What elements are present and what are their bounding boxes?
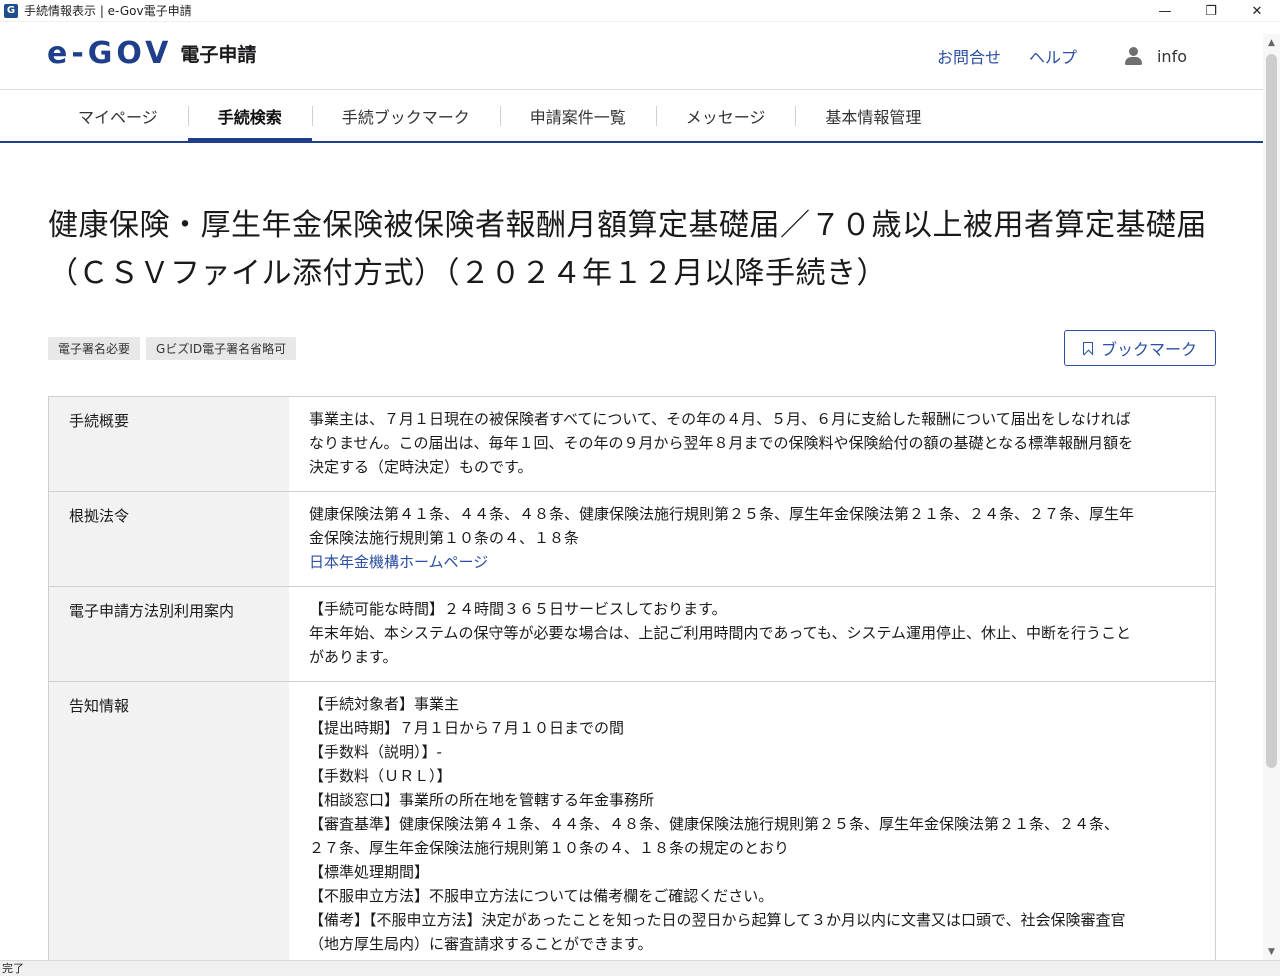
scroll-down-icon[interactable]: ▼	[1263, 943, 1280, 960]
text-line: 【手続対象者】事業主	[309, 695, 460, 713]
row-label: 告知情報	[49, 682, 289, 976]
site-header: e-GOV 電子申請 お問合せ ヘルプ info	[0, 22, 1263, 90]
tab-basic-info[interactable]: 基本情報管理	[795, 90, 951, 141]
text-line: 【手続可能な時間】２４時間３６５日サービスしております。	[309, 600, 727, 618]
restore-button[interactable]: ❐	[1188, 0, 1234, 22]
bookmark-label: ブックマーク	[1100, 340, 1197, 359]
text-line: 年末年始、本システムの保守等が必要な場合は、上記ご利用時間内であっても、システム…	[309, 624, 1132, 642]
text-line: 【相談窓口】事業所の所在地を管轄する年金事務所	[309, 791, 655, 809]
user-icon	[1123, 45, 1145, 67]
user-menu[interactable]: info	[1123, 45, 1187, 67]
tab-label: 手続ブックマーク	[341, 107, 470, 127]
logo-subtitle: 電子申請	[180, 44, 257, 66]
table-row: 根拠法令 健康保険法第４１条、４４条、４８条、健康保険法施行規則第２５条、厚生年…	[49, 492, 1215, 587]
badge-gbizid: GビズID電子署名省略可	[146, 337, 297, 360]
bookmark-button[interactable]: ブックマーク	[1064, 330, 1216, 366]
tab-messages[interactable]: メッセージ	[655, 90, 796, 141]
text-line: 【手数料（説明）】-	[309, 743, 442, 761]
text-line: 【提出時期】７月１日から７月１０日までの間	[309, 719, 625, 737]
close-button[interactable]: ✕	[1234, 0, 1280, 22]
text-line: 事業主は、７月１日現在の被保険者すべてについて、その年の４月、５月、６月に支給し…	[309, 410, 1131, 428]
main-nav: マイページ 手続検索 手続ブックマーク 申請案件一覧 メッセージ 基本情報管理	[0, 90, 1263, 143]
text-line: 【手数料（ＵＲＬ）】	[309, 767, 452, 785]
bookmark-icon	[1082, 341, 1093, 355]
logo-mark: e-GOV	[47, 36, 173, 71]
tab-procedure-search[interactable]: 手続検索	[187, 90, 312, 143]
procedure-info-table: 手続概要 事業主は、７月１日現在の被保険者すべてについて、その年の４月、５月、６…	[48, 396, 1216, 976]
row-label: 電子申請方法別利用案内	[49, 587, 289, 681]
row-value-overview: 事業主は、７月１日現在の被保険者すべてについて、その年の４月、５月、６月に支給し…	[289, 397, 1215, 491]
scrollbar-thumb[interactable]	[1266, 54, 1277, 768]
row-value-usage: 【手続可能な時間】２４時間３６５日サービスしております。 年末年始、本システムの…	[289, 587, 1215, 681]
minimize-button[interactable]: —	[1142, 0, 1188, 22]
tab-application-list[interactable]: 申請案件一覧	[499, 90, 656, 141]
badges: 電子署名必要 GビズID電子署名省略可	[48, 337, 302, 360]
egov-logo[interactable]: e-GOV 電子申請	[47, 36, 256, 71]
text-line: 金保険法施行規則第１０条の４、１８条	[309, 529, 580, 547]
window-controls: — ❐ ✕	[1142, 0, 1280, 22]
tab-label: 手続検索	[217, 107, 282, 127]
window-titlebar: G 手続情報表示 | e-Gov電子申請 — ❐ ✕	[0, 0, 1280, 22]
table-row: 手続概要 事業主は、７月１日現在の被保険者すべてについて、その年の４月、５月、６…	[49, 397, 1215, 492]
text-line: なりません。この届出は、毎年１回、その年の９月から翌年８月までの保険料や保険給付…	[309, 434, 1134, 452]
vertical-scrollbar[interactable]: ▲ ▼	[1263, 34, 1280, 960]
row-label: 手続概要	[49, 397, 289, 491]
text-line: 【備考】【不服申立方法】決定があったことを知った日の翌日から起算して３か月以内に…	[309, 911, 1126, 929]
table-row: 告知情報 【手続対象者】事業主 【提出時期】７月１日から７月１０日までの間 【手…	[49, 682, 1215, 976]
tab-label: メッセージ	[685, 107, 766, 127]
text-line: 【審査基準】健康保険法第４１条、４４条、４８条、健康保険法施行規則第２５条、厚生…	[309, 815, 1120, 833]
user-name: info	[1156, 46, 1187, 66]
tab-label: 申請案件一覧	[529, 107, 626, 127]
tab-label: 基本情報管理	[825, 107, 922, 127]
page-title: 健康保険・厚生年金保険被保険者報酬月額算定基礎届／７０歳以上被用者算定基礎届（Ｃ…	[48, 208, 1207, 291]
text-line: 【標準処理期間】	[309, 863, 430, 881]
scroll-up-icon[interactable]: ▲	[1263, 34, 1280, 51]
table-row: 電子申請方法別利用案内 【手続可能な時間】２４時間３６５日サービスしております。…	[49, 587, 1215, 682]
text-line: があります。	[309, 648, 398, 666]
app-icon: G	[4, 3, 18, 18]
status-bar: 完了	[0, 960, 1280, 976]
text-line: （地方厚生局内）に審査請求することができます。	[309, 935, 653, 953]
text-line: ２７条、厚生年金保険法施行規則第１０条の４、１８条の規定のとおり	[309, 839, 790, 857]
row-label: 根拠法令	[49, 492, 289, 586]
header-links: お問合せ ヘルプ info	[937, 44, 1187, 68]
text-line: 決定する（定時決定）ものです。	[309, 458, 533, 476]
pension-homepage-link[interactable]: 日本年金機構ホームページ	[309, 550, 1195, 574]
contact-link[interactable]: お問合せ	[937, 44, 1001, 68]
row-value-law: 健康保険法第４１条、４４条、４８条、健康保険法施行規則第２５条、厚生年金保険法第…	[289, 492, 1215, 586]
tab-mypage[interactable]: マイページ	[48, 90, 188, 141]
help-link[interactable]: ヘルプ	[1029, 44, 1077, 68]
text-line: 健康保険法第４１条、４４条、４８条、健康保険法施行規則第２５条、厚生年金保険法第…	[309, 505, 1135, 523]
row-value-notice: 【手続対象者】事業主 【提出時期】７月１日から７月１０日までの間 【手数料（説明…	[289, 682, 1215, 976]
window-title: 手続情報表示 | e-Gov電子申請	[24, 4, 192, 18]
badge-signature-required: 電子署名必要	[48, 337, 141, 360]
tab-label: マイページ	[78, 107, 158, 127]
text-line: 【不服申立方法】不服申立方法については備考欄をご確認ください。	[309, 887, 774, 905]
tab-procedure-bookmark[interactable]: 手続ブックマーク	[311, 90, 500, 141]
